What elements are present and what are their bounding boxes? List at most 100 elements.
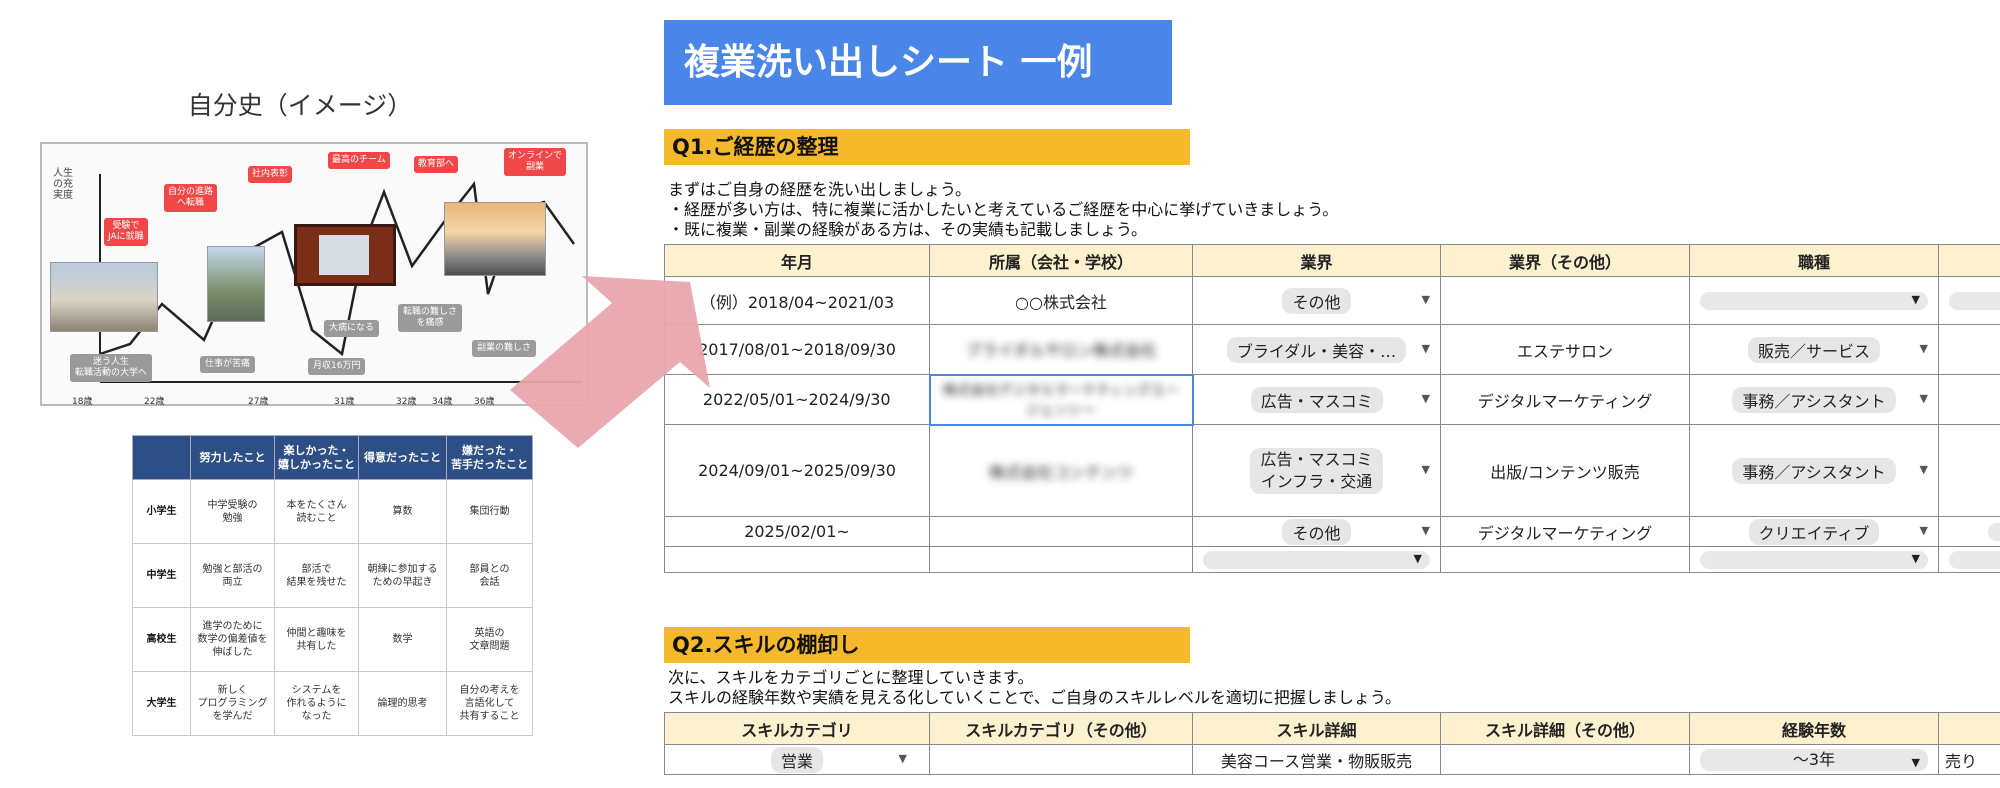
col-header-industry-other: 業界（その他）	[1440, 244, 1690, 277]
chevron-down-icon: ▼	[1911, 551, 1920, 565]
extra-cell[interactable]	[1938, 374, 2000, 425]
history-header	[132, 435, 191, 480]
col-header-skill-category: スキルカテゴリ	[664, 712, 930, 745]
org-cell[interactable]	[929, 516, 1193, 547]
experience-years-value: ～3年	[1792, 749, 1836, 769]
personal-history-table: 努力したこと 楽しかった・ 嬉しかったこと 得意だったこと 嫌だった・ 苦手だったこ…	[132, 435, 533, 736]
col-header-job: 職種	[1689, 244, 1939, 277]
skill-category-other-cell[interactable]	[929, 744, 1193, 775]
chevron-down-icon: ▼	[1919, 391, 1928, 405]
industry-chip: その他	[1282, 287, 1351, 314]
history-cell: 仲間と趣味を 共有した	[274, 607, 359, 672]
history-cell: システムを 作れるように なった	[274, 671, 359, 736]
extra-dropdown[interactable]	[1938, 546, 2000, 573]
history-cell: 数学	[358, 607, 447, 672]
job-dropdown[interactable]: 販売／サービス ▼	[1689, 324, 1939, 375]
history-row: 大学生 新しく プログラミング を学んだ システムを 作れるように なった 論理的思考 …	[132, 671, 533, 736]
skill-row: 営業 ▼ 美容コース営業・物販販売 ～3年 ▼ 売り	[664, 744, 2000, 775]
org-cell[interactable]	[929, 546, 1193, 573]
org-cell-blurred[interactable]: ブライダルサロン株式会社	[929, 324, 1193, 375]
low-point-6: 副業の難しさ	[472, 340, 537, 357]
extra-cell[interactable]	[1938, 424, 2000, 517]
industry-dropdown[interactable]: その他 ▼	[1192, 276, 1441, 325]
history-cell: 部員との 会話	[446, 543, 533, 608]
extra-cell[interactable]: 売り	[1938, 744, 2000, 775]
col-header-extra	[1938, 712, 2000, 745]
job-chip: クリエイティブ	[1748, 518, 1880, 545]
chevron-down-icon: ▼	[1421, 523, 1430, 537]
bubble-side-job: オンラインで 副業	[504, 148, 567, 176]
org-cell[interactable]: ○○株式会社	[929, 276, 1193, 325]
chevron-down-icon: ▼	[1911, 292, 1920, 306]
history-cell: 本をたくさん 読むこと	[274, 479, 359, 544]
low-point-5: 転職の難しさ を痛感	[398, 304, 463, 332]
skill-detail-other-cell[interactable]	[1440, 744, 1690, 775]
industry-chip: 広告・マスコミ インフラ・交通	[1250, 447, 1383, 494]
low-point-2: 仕事が苦痛	[200, 356, 256, 373]
period-cell[interactable]: 2017/08/01~2018/09/30	[664, 324, 930, 375]
bubble-education: 教育部へ	[414, 156, 459, 173]
industry-dropdown[interactable]: ▼	[1192, 546, 1441, 573]
org-cell-blurred[interactable]: 株式会社デジタルマーケティングエージェンシー	[928, 373, 1194, 426]
period-cell[interactable]: （例）2018/04~2021/03	[664, 276, 930, 325]
history-cell: 集団行動	[446, 479, 533, 544]
job-dropdown[interactable]: クリエイティブ ▼	[1689, 516, 1939, 547]
industry-dropdown[interactable]: ブライダル・美容・… ▼	[1192, 324, 1441, 375]
industry-other-cell[interactable]: デジタルマーケティング	[1440, 374, 1690, 425]
career-row: ▼ ▼	[664, 546, 2000, 573]
history-row-head: 中学生	[132, 543, 191, 608]
career-row: 2024/09/01~2025/09/30 株式会社コンテンツ 広告・マスコミイ…	[664, 424, 2000, 517]
period-cell[interactable]: 2024/09/01~2025/09/30	[664, 424, 930, 517]
skill-detail-cell[interactable]: 美容コース営業・物販販売	[1192, 744, 1441, 775]
bubble-career-change: 自分の進路 へ転職	[164, 184, 218, 212]
job-dropdown[interactable]: ▼	[1689, 276, 1939, 325]
col-header-extra	[1938, 244, 2000, 277]
bubble-award: 社内表彰	[248, 166, 293, 183]
career-table: 年月 所属（会社・学校） 業界 業界（その他） 職種 （例）2018/04~20…	[664, 244, 2000, 573]
sheet-title: 複業洗い出しシート 一例	[664, 20, 1172, 105]
job-dropdown[interactable]: 事務／アシスタント ▼	[1689, 424, 1939, 517]
history-row-head: 高校生	[132, 607, 191, 672]
col-header-org: 所属（会社・学校）	[929, 244, 1193, 277]
job-dropdown[interactable]: ▼	[1689, 546, 1939, 573]
age-label: 18歳	[72, 397, 93, 407]
industry-other-cell[interactable]	[1440, 546, 1690, 573]
industry-dropdown[interactable]: 広告・マスコミ インフラ・交通 ▼	[1192, 424, 1441, 517]
experience-years-dropdown[interactable]: ～3年 ▼	[1689, 744, 1939, 775]
history-cell: 進学のために 数学の偏差値を 伸ばした	[190, 607, 275, 672]
history-row-head: 小学生	[132, 479, 191, 544]
history-header: 得意だったこと	[358, 435, 447, 480]
bubble-best-team: 最高のチーム	[328, 152, 390, 169]
industry-other-cell[interactable]: 出版/コンテンツ販売	[1440, 424, 1690, 517]
q1-instruction: まずはご自身の経歴を洗い出しましょう。	[668, 180, 972, 199]
industry-dropdown[interactable]: その他 ▼	[1192, 516, 1441, 547]
skill-category-dropdown[interactable]: 営業 ▼	[664, 744, 930, 775]
industry-other-cell[interactable]: エステサロン	[1440, 324, 1690, 375]
chevron-down-icon: ▼	[1421, 391, 1430, 405]
period-cell[interactable]: 2025/02/01~	[664, 516, 930, 547]
history-row: 小学生 中学受験の 勉強 本をたくさん 読むこと 算数 集団行動	[132, 479, 533, 544]
low-point-3: 月収16万円	[308, 358, 366, 375]
history-cell: 算数	[358, 479, 447, 544]
extra-dropdown[interactable]	[1938, 276, 2000, 325]
period-cell[interactable]: 2022/05/01~2024/9/30	[664, 374, 930, 425]
chevron-down-icon: ▼	[898, 751, 907, 765]
extra-dropdown[interactable]	[1938, 516, 2000, 547]
life-graph: 人生の充実度 受験で JAに就職 自分の進路 へ転職 社内表彰 最高のチーム 教育部…	[40, 142, 588, 407]
org-cell-blurred[interactable]: 株式会社コンテンツ	[929, 424, 1193, 517]
job-chip: 事務／アシスタント	[1732, 386, 1896, 413]
industry-other-cell[interactable]	[1440, 276, 1690, 325]
skill-category-chip: 営業	[770, 746, 823, 773]
history-row-head: 大学生	[132, 671, 191, 736]
extra-cell[interactable]	[1938, 324, 2000, 375]
industry-dropdown[interactable]: 広告・マスコミ ▼	[1192, 374, 1441, 425]
q2-instruction: 次に、スキルをカテゴリごとに整理していきます。	[668, 668, 1034, 687]
chevron-down-icon: ▼	[1919, 341, 1928, 355]
col-header-period: 年月	[664, 244, 930, 277]
history-row: 高校生 進学のために 数学の偏差値を 伸ばした 仲間と趣味を 共有した 数学 英語の文…	[132, 607, 533, 672]
industry-other-cell[interactable]: デジタルマーケティング	[1440, 516, 1690, 547]
history-header: 努力したこと	[190, 435, 275, 480]
job-dropdown[interactable]: 事務／アシスタント ▼	[1689, 374, 1939, 425]
period-cell[interactable]	[664, 546, 930, 573]
skills-table: スキルカテゴリ スキルカテゴリ（その他） スキル詳細 スキル詳細（その他） 経験…	[664, 712, 2000, 775]
